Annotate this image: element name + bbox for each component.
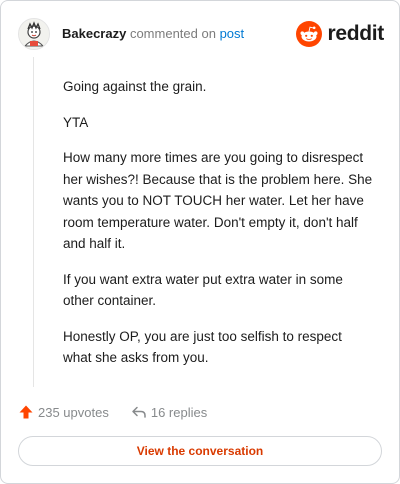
comment-header: Bakecrazy commented on post reddit: [18, 18, 384, 50]
upvote-arrow-icon: [19, 405, 33, 419]
replies-stat[interactable]: 16 replies: [131, 404, 207, 420]
avatar-illustration: [19, 19, 49, 49]
username-link[interactable]: Bakecrazy: [62, 26, 126, 41]
embedded-comment-card: Bakecrazy commented on post reddit Going…: [0, 0, 400, 484]
reddit-wordmark: reddit: [327, 22, 384, 45]
comment-paragraph: Honestly OP, you are just too selfish to…: [63, 328, 342, 366]
comment-footer: 235 upvotes 16 replies: [18, 402, 207, 422]
comment-paragraph: YTA: [63, 114, 89, 130]
thread-line: [33, 57, 34, 387]
post-link[interactable]: post: [220, 26, 245, 41]
reply-arrow-icon: [132, 406, 146, 418]
comment-paragraph: If you want extra water put extra water …: [63, 271, 343, 309]
action-text: commented on: [129, 26, 216, 41]
comment-paragraph: How many more times are you going to dis…: [63, 150, 373, 251]
reddit-snoo-icon: [296, 21, 323, 47]
user-avatar[interactable]: [18, 18, 50, 50]
comment-byline: Bakecrazy commented on post: [62, 26, 244, 42]
comment-body: Going against the grain. YTA How many mo…: [63, 76, 373, 383]
comment-paragraph: Going against the grain.: [63, 79, 207, 94]
reddit-brand-logo[interactable]: reddit: [296, 21, 384, 47]
upvotes-count: 235 upvotes: [38, 404, 109, 420]
replies-count: 16 replies: [150, 404, 208, 420]
upvotes-stat[interactable]: 235 upvotes: [18, 404, 109, 420]
view-conversation-button[interactable]: View the conversation: [18, 436, 382, 466]
